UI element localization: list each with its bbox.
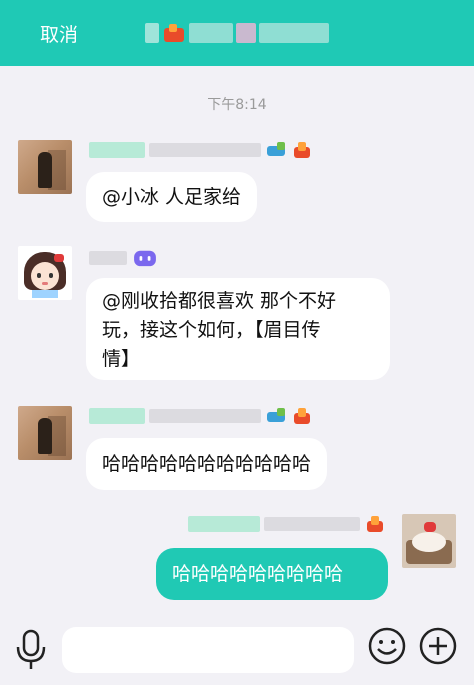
message-input[interactable] bbox=[62, 627, 354, 673]
message-timestamp: 下午8:14 bbox=[207, 97, 267, 113]
emoji-icon[interactable] bbox=[367, 626, 407, 666]
cancel-button[interactable]: 取消 bbox=[40, 20, 78, 47]
chat-title-blurred bbox=[145, 21, 329, 45]
message-bubble[interactable]: @小冰 人足家给 bbox=[86, 172, 258, 222]
fire-icon bbox=[294, 408, 310, 424]
sender-name-blurred bbox=[89, 248, 159, 268]
title-blur-block bbox=[236, 23, 256, 43]
message-bubble[interactable]: 哈哈哈哈哈哈哈哈哈哈哈 bbox=[86, 438, 328, 490]
sender-name-blurred bbox=[188, 514, 386, 534]
dragon-icon bbox=[267, 142, 285, 156]
message-bubble-mine[interactable]: 哈哈哈哈哈哈哈哈哈 bbox=[156, 548, 388, 600]
avatar[interactable] bbox=[18, 406, 72, 460]
sender-name-blurred bbox=[89, 140, 313, 160]
message-bubble[interactable]: @刚收拾都很喜欢 那个不好 玩，接这个如何，【眉目传 情】 bbox=[86, 278, 390, 380]
avatar[interactable] bbox=[18, 140, 72, 194]
plus-icon[interactable] bbox=[418, 626, 458, 666]
chat-header: 取消 bbox=[0, 0, 474, 66]
chat-screen: 取消 下午8:14 @小冰 人足家给 @刚收拾都很喜欢 那个不好 玩，接这个如何… bbox=[0, 0, 474, 685]
microphone-icon[interactable] bbox=[14, 629, 48, 671]
dragon-icon bbox=[267, 408, 285, 422]
avatar[interactable] bbox=[402, 514, 456, 568]
fire-icon bbox=[294, 142, 310, 158]
message-line: @刚收拾都很喜欢 那个不好 bbox=[102, 290, 337, 312]
message-line: 情】 bbox=[102, 348, 141, 370]
sender-name-blurred bbox=[89, 406, 313, 426]
fire-icon bbox=[367, 516, 383, 532]
message-line: 玩，接这个如何，【眉目传 bbox=[102, 319, 321, 341]
fire-icon bbox=[164, 24, 184, 42]
title-blur-block bbox=[145, 23, 159, 43]
robot-badge-icon bbox=[134, 250, 156, 267]
avatar[interactable] bbox=[18, 246, 72, 300]
title-blur-block bbox=[259, 23, 329, 43]
input-bar bbox=[0, 612, 474, 685]
title-blur-block bbox=[189, 23, 233, 43]
